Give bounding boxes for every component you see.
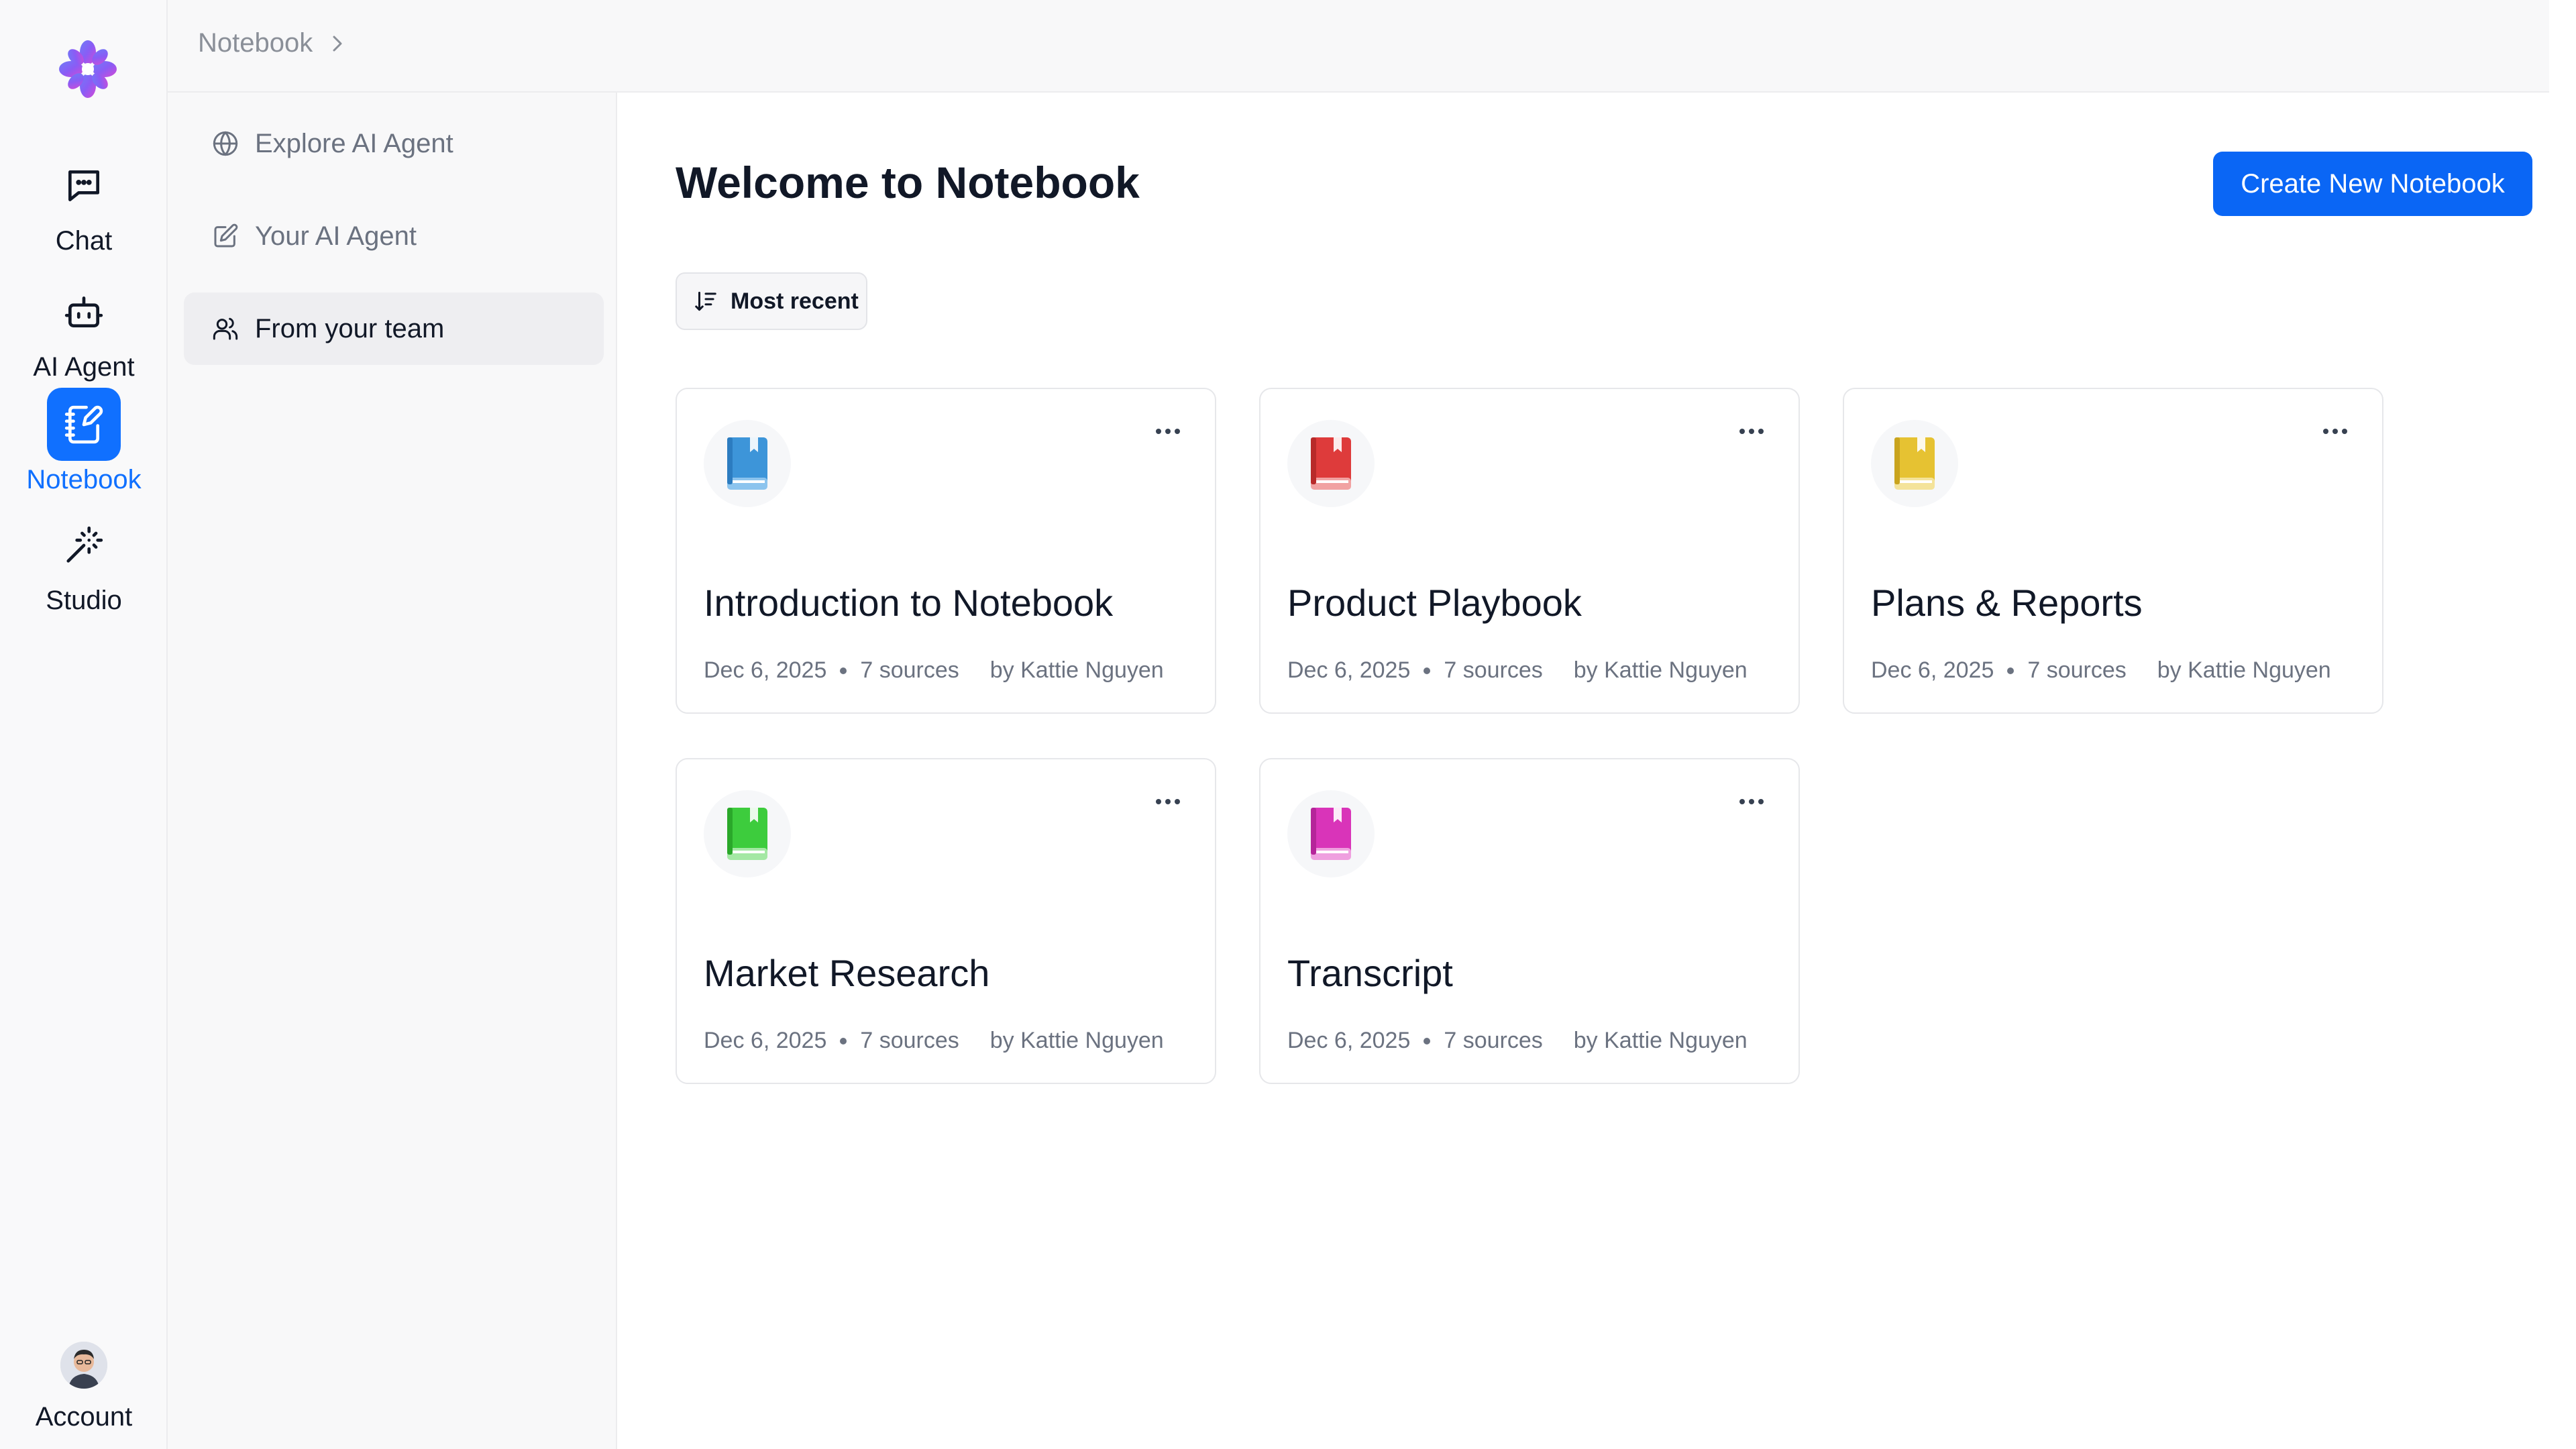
notebook-date: Dec 6, 2025 xyxy=(1287,657,1411,683)
notebook-date: Dec 6, 2025 xyxy=(1871,657,1994,683)
rail-item-studio[interactable]: Studio xyxy=(0,508,168,616)
notebook-date: Dec 6, 2025 xyxy=(704,657,827,683)
notebook-card[interactable]: Market Research Dec 6, 2025 7 sources by… xyxy=(676,758,1216,1084)
account-button[interactable]: Account xyxy=(0,1342,168,1442)
sort-dropdown[interactable]: Most recent xyxy=(676,272,867,330)
avatar xyxy=(60,1342,107,1389)
create-new-notebook-button[interactable]: Create New Notebook xyxy=(2213,152,2532,216)
notebook-card[interactable]: Transcript Dec 6, 2025 7 sources by Katt… xyxy=(1259,758,1800,1084)
sidebar-item-label: From your team xyxy=(255,313,445,343)
notebook-sources: 7 sources xyxy=(860,1028,959,1053)
chevron-right-icon xyxy=(333,36,342,51)
robot-icon xyxy=(47,275,121,348)
app-rail: Chat AI Agent Notebook Studio Account xyxy=(0,0,168,1449)
more-options-icon[interactable] xyxy=(1148,792,1188,812)
edit-icon xyxy=(214,223,238,248)
notebook-author: by Kattie Nguyen xyxy=(1573,657,1748,683)
chat-icon xyxy=(47,149,121,222)
notebook-sources: 7 sources xyxy=(1444,657,1543,683)
notebook-card[interactable]: Introduction to Notebook Dec 6, 2025 7 s… xyxy=(676,388,1216,714)
notebook-meta: Dec 6, 2025 7 sources by Kattie Nguyen xyxy=(1287,1028,1748,1054)
notebook-icon xyxy=(47,388,121,461)
users-icon xyxy=(213,317,238,340)
notebook-author: by Kattie Nguyen xyxy=(989,1028,1164,1053)
more-options-icon[interactable] xyxy=(1731,421,1772,441)
breadcrumb-notebook-link[interactable]: Notebook xyxy=(198,28,313,58)
top-bar: Notebook xyxy=(168,0,2549,93)
book-icon xyxy=(1287,420,1375,507)
sidebar-item-explore-ai-agent[interactable]: Explore AI Agent xyxy=(184,107,604,180)
separator-dot xyxy=(2007,667,2015,674)
sort-label: Most recent xyxy=(731,288,859,314)
notebook-meta: Dec 6, 2025 7 sources by Kattie Nguyen xyxy=(704,657,1164,684)
sidebar-item-from-your-team[interactable]: From your team xyxy=(184,292,604,365)
notebook-date: Dec 6, 2025 xyxy=(704,1028,827,1053)
sidebar-item-label: Your AI Agent xyxy=(255,221,417,251)
notebook-meta: Dec 6, 2025 7 sources by Kattie Nguyen xyxy=(704,1028,1164,1054)
notebook-sources: 7 sources xyxy=(1444,1028,1543,1053)
notebook-meta: Dec 6, 2025 7 sources by Kattie Nguyen xyxy=(1871,657,2331,684)
book-icon xyxy=(704,420,791,507)
notebook-sources: 7 sources xyxy=(860,657,959,683)
notebook-card[interactable]: Product Playbook Dec 6, 2025 7 sources b… xyxy=(1259,388,1800,714)
notebook-date: Dec 6, 2025 xyxy=(1287,1028,1411,1053)
breadcrumb: Notebook xyxy=(198,28,345,58)
rail-item-label: Studio xyxy=(46,586,122,615)
separator-dot xyxy=(840,667,847,674)
sort-icon xyxy=(695,291,716,311)
book-icon xyxy=(1287,790,1375,877)
notebook-author: by Kattie Nguyen xyxy=(2157,657,2331,683)
notebook-title: Plans & Reports xyxy=(1871,582,2143,624)
notebook-card[interactable]: Plans & Reports Dec 6, 2025 7 sources by… xyxy=(1843,388,2383,714)
more-options-icon[interactable] xyxy=(1731,792,1772,812)
rail-item-label: Chat xyxy=(55,226,113,256)
rail-item-notebook[interactable]: Notebook xyxy=(0,388,168,495)
more-options-icon[interactable] xyxy=(1148,421,1188,441)
rail-item-ai-agent[interactable]: AI Agent xyxy=(0,275,168,382)
page-title: Welcome to Notebook xyxy=(676,158,1140,207)
book-icon xyxy=(1871,420,1958,507)
magic-wand-icon xyxy=(47,508,121,582)
notebook-title: Transcript xyxy=(1287,952,1453,994)
more-options-icon[interactable] xyxy=(2315,421,2355,441)
notebook-title: Market Research xyxy=(704,952,990,994)
notebook-author: by Kattie Nguyen xyxy=(1573,1028,1748,1053)
globe-icon xyxy=(213,131,238,156)
sidebar-item-label: Explore AI Agent xyxy=(255,128,453,158)
app-logo-icon[interactable] xyxy=(58,39,118,99)
main-content: Welcome to Notebook Create New Notebook … xyxy=(617,93,2549,1449)
separator-dot xyxy=(1424,1037,1431,1044)
separator-dot xyxy=(840,1037,847,1044)
account-label: Account xyxy=(35,1402,133,1432)
rail-item-label: Notebook xyxy=(26,465,142,494)
notebook-sidebar: Explore AI Agent Your AI Agent From your… xyxy=(168,93,781,1449)
notebook-sources: 7 sources xyxy=(2027,657,2127,683)
sidebar-item-your-ai-agent[interactable]: Your AI Agent xyxy=(184,200,604,272)
separator-dot xyxy=(1424,667,1431,674)
notebook-author: by Kattie Nguyen xyxy=(989,657,1164,683)
rail-item-label: AI Agent xyxy=(33,352,135,382)
notebook-title: Product Playbook xyxy=(1287,582,1582,624)
book-icon xyxy=(704,790,791,877)
notebook-meta: Dec 6, 2025 7 sources by Kattie Nguyen xyxy=(1287,657,1748,684)
notebook-title: Introduction to Notebook xyxy=(704,582,1114,624)
rail-item-chat[interactable]: Chat xyxy=(0,149,168,256)
